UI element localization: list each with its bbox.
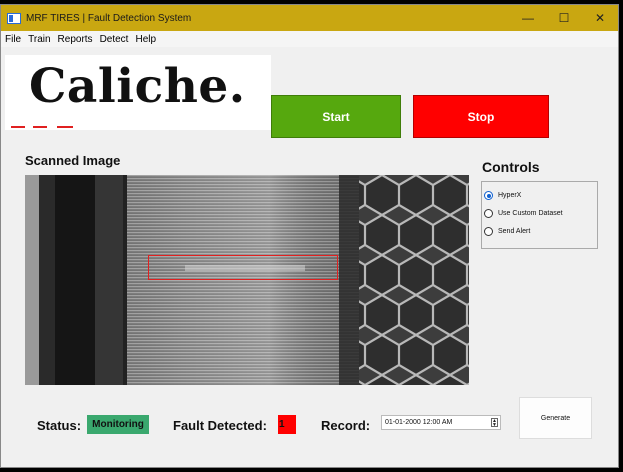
status-label: Status: xyxy=(37,418,82,433)
logo-accent xyxy=(11,126,25,128)
minimize-button[interactable]: — xyxy=(510,5,546,31)
start-button[interactable]: Start xyxy=(271,95,401,138)
stop-button[interactable]: Stop xyxy=(413,95,549,138)
record-datetime-input[interactable]: 01-01-2000 12:00 AM ▲ ▼ xyxy=(381,415,501,430)
logo-accent xyxy=(33,126,47,128)
logo-text: Caliche. xyxy=(29,59,246,114)
window-title: MRF TIRES | Fault Detection System xyxy=(26,12,192,24)
fault-highlight-box xyxy=(148,255,338,280)
fault-count-badge: 1 xyxy=(278,415,296,434)
app-window: MRF TIRES | Fault Detection System — ☐ ✕… xyxy=(0,4,619,468)
radio-hyperx[interactable]: HyperX xyxy=(484,191,521,200)
generate-button[interactable]: Generate xyxy=(519,397,592,439)
menu-bar: File Train Reports Detect Help xyxy=(1,31,618,47)
app-window-icon xyxy=(7,12,21,24)
controls-title: Controls xyxy=(482,159,540,175)
company-logo: Caliche. xyxy=(5,55,271,130)
radio-label: Use Custom Dataset xyxy=(498,210,563,217)
radio-unchecked-icon[interactable] xyxy=(484,227,493,236)
record-datetime-value: 01-01-2000 12:00 AM xyxy=(385,419,453,426)
radio-label: Send Alert xyxy=(498,228,531,235)
menu-help[interactable]: Help xyxy=(135,34,156,45)
window-controls: — ☐ ✕ xyxy=(510,5,618,31)
menu-file[interactable]: File xyxy=(5,34,21,45)
up-down-arrows-icon[interactable]: ▲ ▼ xyxy=(491,418,498,428)
radio-custom-dataset[interactable]: Use Custom Dataset xyxy=(484,209,563,218)
status-badge: Monitoring xyxy=(87,415,149,434)
scanned-image xyxy=(25,175,469,385)
maximize-button[interactable]: ☐ xyxy=(546,5,582,31)
radio-send-alert[interactable]: Send Alert xyxy=(484,227,530,236)
radio-unchecked-icon[interactable] xyxy=(484,209,493,218)
close-button[interactable]: ✕ xyxy=(582,5,618,31)
scanned-image-title: Scanned Image xyxy=(25,153,121,168)
logo-accent xyxy=(57,126,73,128)
record-label: Record: xyxy=(321,418,371,433)
radio-label: HyperX xyxy=(498,192,522,199)
radio-checked-icon[interactable] xyxy=(484,191,493,200)
menu-detect[interactable]: Detect xyxy=(100,34,129,45)
fault-detected-label: Fault Detected: xyxy=(173,418,267,433)
menu-train[interactable]: Train xyxy=(28,34,50,45)
menu-reports[interactable]: Reports xyxy=(58,34,93,45)
tire-scan-picture xyxy=(25,175,469,385)
title-bar[interactable]: MRF TIRES | Fault Detection System — ☐ ✕ xyxy=(1,5,618,31)
controls-group: HyperX Use Custom Dataset Send Alert xyxy=(481,181,598,249)
